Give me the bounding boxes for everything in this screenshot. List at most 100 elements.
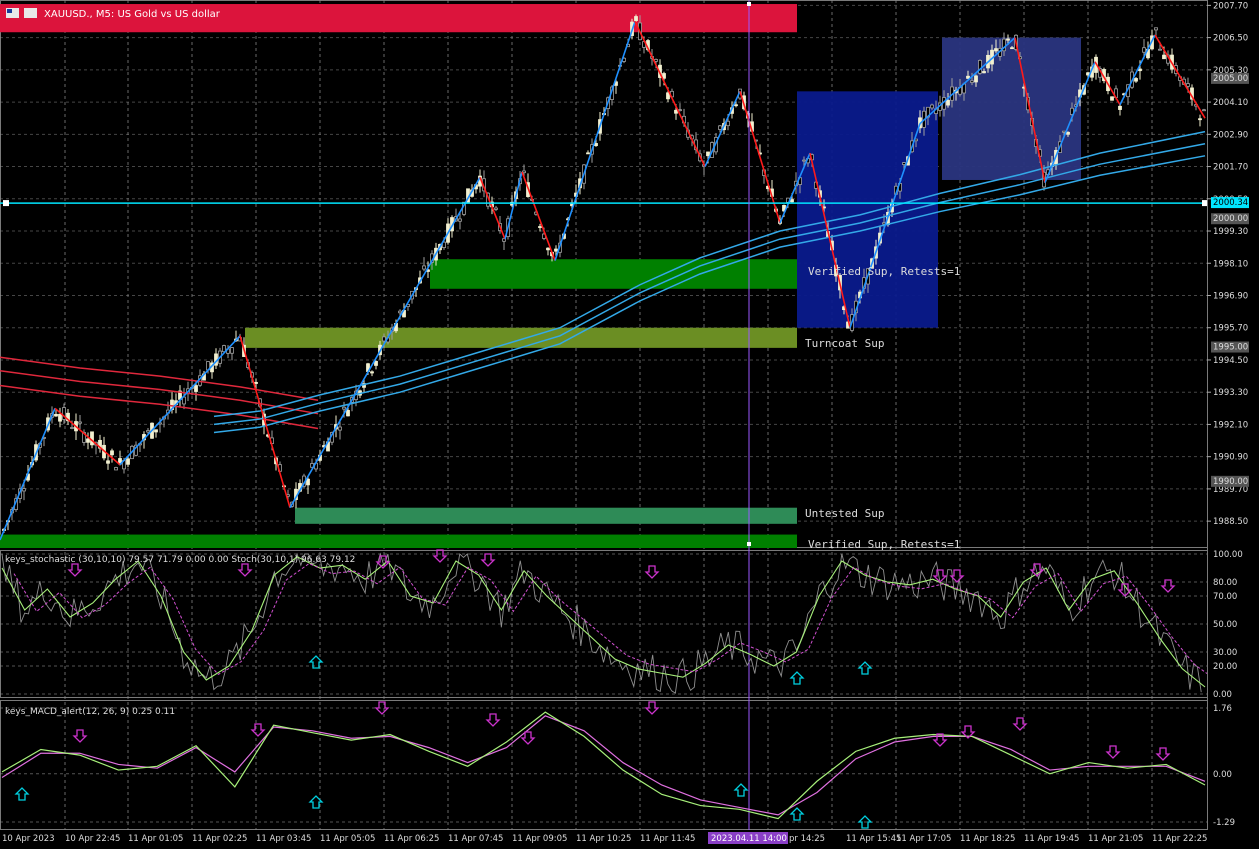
time-label: 11 Apr 15:45 <box>846 834 901 844</box>
symbol-title: XAUUSD., M5: US Gold vs US dollar <box>44 9 221 20</box>
candle-body <box>994 48 998 52</box>
time-label: 11 Apr 01:05 <box>128 834 183 844</box>
price-tick-label: 1990.90 <box>1213 453 1248 463</box>
price-level-tag: 2000.34 <box>1213 198 1248 208</box>
zone-label-verified-sup: Verified Sup, Retests=1 <box>808 265 960 278</box>
zone-verified_support_low <box>0 534 797 548</box>
candle-body <box>382 336 386 342</box>
candle-body <box>494 207 498 210</box>
candle-body <box>110 450 114 456</box>
candle-body <box>1202 109 1206 112</box>
candle-body <box>86 438 90 443</box>
candle-body <box>966 75 970 79</box>
candle-body <box>338 426 342 431</box>
candle-body <box>974 75 978 83</box>
time-label: 11 Apr 09:05 <box>512 834 567 844</box>
zone-label-untested-sup: Untested Sup <box>805 507 884 520</box>
candle-body <box>1142 47 1146 53</box>
stoch-axis-label: 30.00 <box>1213 648 1237 658</box>
price-level-tag: 2005.00 <box>1213 74 1248 84</box>
candle-body <box>1110 96 1114 101</box>
candle-body <box>146 430 150 433</box>
candle-body <box>90 431 94 446</box>
time-label: 11 Apr 18:25 <box>960 834 1015 844</box>
time-label: 11 Apr 22:25 <box>1152 834 1207 844</box>
symbol-flag-icon-2 <box>24 8 37 18</box>
time-label: 11 Apr 07:45 <box>448 834 503 844</box>
candle-body <box>194 385 198 392</box>
price-tick-label: 2004.10 <box>1213 98 1248 108</box>
candle-body <box>78 421 82 424</box>
candle-body <box>706 151 710 157</box>
chart-canvas[interactable]: 2007.702006.502005.302004.102002.902001.… <box>0 0 1259 845</box>
price-level-tag: 2000.00 <box>1213 214 1248 224</box>
candle-body <box>662 73 666 79</box>
candle-body <box>254 381 258 384</box>
candle-body <box>734 104 738 107</box>
cursor-time-label: 2023.04.11 14:00 <box>711 834 787 844</box>
candle-body <box>374 360 378 366</box>
candle-body <box>802 159 806 162</box>
price-tick-label: 1995.70 <box>1213 324 1248 334</box>
time-label: 11 Apr 19:45 <box>1024 834 1079 844</box>
candle-body <box>634 16 638 22</box>
price-tick-label: 1996.90 <box>1213 291 1248 301</box>
vline-handle-top <box>747 2 751 6</box>
time-label: 11 Apr 10:25 <box>576 834 631 844</box>
zone-label-verified-sup-low: Verified Sup, Retests=1 <box>808 538 960 551</box>
time-label: 11 Apr 17:05 <box>896 834 951 844</box>
candle-body <box>902 162 906 165</box>
stoch-axis-label: 20.00 <box>1213 662 1237 672</box>
price-level-tag: 1995.00 <box>1213 343 1248 353</box>
price-tick-label: 2007.70 <box>1213 1 1248 11</box>
candle-body <box>126 458 130 465</box>
candle-body <box>678 109 682 112</box>
candle-body <box>1158 48 1162 51</box>
candle-body <box>1134 78 1138 82</box>
candle-body <box>1010 47 1014 50</box>
candle-body <box>970 80 974 83</box>
price-tick-label: 2002.90 <box>1213 130 1248 140</box>
candle-body <box>1154 27 1158 31</box>
time-label: 11 Apr 21:05 <box>1088 834 1143 844</box>
stoch-axis-label: 50.00 <box>1213 620 1237 630</box>
price-tick-label: 1999.30 <box>1213 227 1248 237</box>
candle-body <box>22 488 26 492</box>
candle-body <box>1198 118 1202 121</box>
candle-body <box>502 238 506 242</box>
candle-body <box>554 248 558 252</box>
symbol-flag-canton <box>7 9 12 13</box>
candle-body <box>70 427 74 429</box>
zone-turncoat_support <box>245 327 797 348</box>
time-label: 10 Apr 2023 <box>2 834 55 844</box>
price-tick-label: 2006.50 <box>1213 34 1248 44</box>
candle-body <box>930 104 934 109</box>
candle-body <box>306 478 310 486</box>
time-label: 11 Apr 06:25 <box>384 834 439 844</box>
time-label: pr 14:25 <box>789 834 825 844</box>
macd-axis-label: -1.29 <box>1213 818 1235 828</box>
candle-body <box>370 371 374 374</box>
stoch-axis-label: 0.00 <box>1213 690 1232 700</box>
candle-body <box>978 59 982 74</box>
candle-body <box>58 413 62 422</box>
candle-body <box>230 347 234 354</box>
candle-body <box>1006 38 1010 41</box>
candle-body <box>342 406 346 410</box>
candle-body <box>106 460 110 464</box>
price-level-tag: 1990.00 <box>1213 477 1248 487</box>
candle-body <box>398 310 402 314</box>
candle-body <box>1066 131 1070 135</box>
terminal-chart-window: 2007.70 2006.50 2005.30 2004.10 2002.90 2001.… <box>0 0 1259 849</box>
candle-body <box>1118 105 1122 110</box>
stoch-axis-label: 70.00 <box>1213 592 1237 602</box>
candle-body <box>982 71 986 74</box>
candle-body <box>54 413 58 417</box>
time-label: 11 Apr 02:25 <box>192 834 247 844</box>
stochastic-label: keys_stochastic (30,10,10) 79.57 71.79 0… <box>5 555 355 565</box>
candle-body <box>1162 54 1166 60</box>
range-box-1 <box>942 37 1081 180</box>
candle-body <box>1138 68 1142 72</box>
candle-body <box>790 199 794 203</box>
macd-label: keys_MACD_alert(12, 26, 9) 0.25 0.11 <box>5 707 175 717</box>
